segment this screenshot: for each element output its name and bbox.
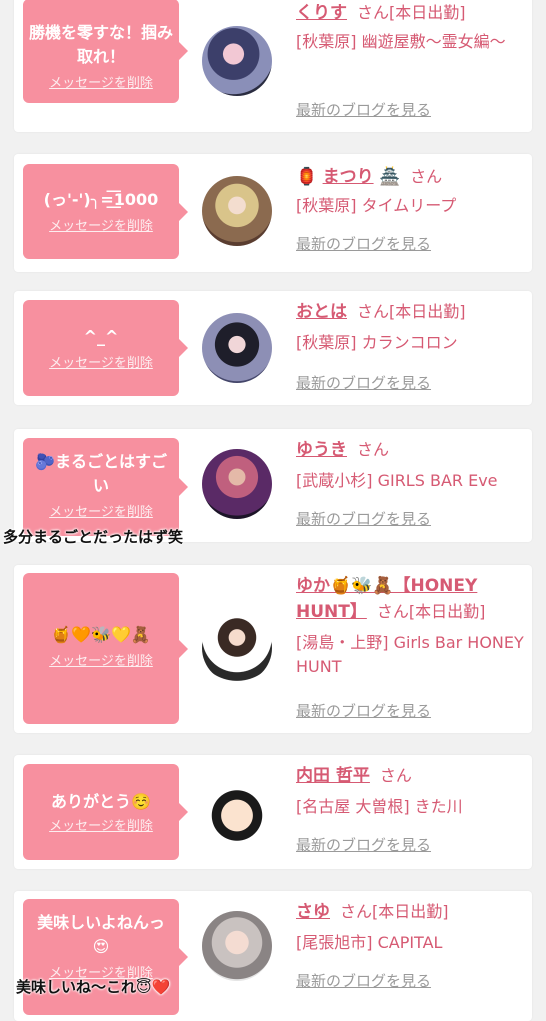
message-card: ^_^ メッセージを削除 おとは さん[本日出勤] [秋葉原] カランコロン 最新… <box>14 291 532 405</box>
avatar[interactable] <box>202 26 272 96</box>
latest-blog-link[interactable]: 最新のブログを見る <box>296 971 431 991</box>
message-card: 勝機を零すな！掴み取れ！ メッセージを削除 くりす さん[本日出勤] [秋葉原] … <box>14 0 532 132</box>
delete-message-link[interactable]: メッセージを削除 <box>49 818 153 836</box>
delete-message-link[interactable]: メッセージを削除 <box>49 355 153 373</box>
honorific: さん <box>340 902 373 921</box>
overlay-caption: 多分まるごとだったはず笑 <box>3 528 184 546</box>
message-text: (っ'-')╮=͟͟͞͞1000 <box>43 190 159 209</box>
message-text: 🫐まるごとはすごい <box>35 452 167 495</box>
message-text: 勝機を零すな！掴み取れ！ <box>29 23 174 66</box>
latest-blog-link[interactable]: 最新のブログを見る <box>296 509 431 529</box>
delete-message-link[interactable]: メッセージを削除 <box>49 218 153 236</box>
message-card: (っ'-')╮=͟͟͞͞1000 メッセージを削除 🏮 まつり 🏯 さん [秋葉原… <box>14 154 532 272</box>
message-card: ありがとう☺️ メッセージを削除 内田 哲平 さん [名古屋 大曽根] きた川 最… <box>14 755 532 869</box>
message-text: 美味しいよねんっ😍 <box>37 913 165 956</box>
lantern-icon: 🏮 <box>296 167 318 187</box>
message-card: 🍯🧡🐝💛🧸 メッセージを削除 ゆか🍯🐝🧸【HONEY HUNT】 さん[本日出勤]… <box>14 565 532 733</box>
status-badge: [本日出勤] <box>372 902 449 921</box>
message-bubble: ^_^ メッセージを削除 <box>23 300 188 396</box>
user-name-link[interactable]: ゆうき <box>296 440 347 460</box>
user-name-link[interactable]: くりす <box>296 3 347 23</box>
shop-name: [湯島・上野] Girls Bar HONEY HUNT <box>296 633 524 676</box>
honorific: さん <box>376 602 409 621</box>
shop-name: [武蔵小杉] GIRLS BAR Eve <box>296 471 498 490</box>
latest-blog-link[interactable]: 最新のブログを見る <box>296 701 431 721</box>
status-badge: [本日出勤] <box>389 302 466 321</box>
user-name-link[interactable]: おとは <box>296 302 347 322</box>
user-name-link[interactable]: さゆ <box>296 902 330 922</box>
latest-blog-link[interactable]: 最新のブログを見る <box>296 835 431 855</box>
message-text: ^_^ <box>83 327 119 346</box>
message-text: ありがとう☺️ <box>51 792 151 811</box>
delete-message-link[interactable]: メッセージを削除 <box>49 653 153 671</box>
delete-message-link[interactable]: メッセージを削除 <box>49 504 153 522</box>
delete-message-link[interactable]: メッセージを削除 <box>49 75 153 93</box>
honorific: さん <box>357 440 390 459</box>
message-text: 🍯🧡🐝💛🧸 <box>51 625 151 644</box>
status-badge: [本日出勤] <box>389 3 466 22</box>
honorific: さん <box>357 3 390 22</box>
shop-name: [秋葉原] 幽遊屋敷～霊女編～ <box>296 32 506 51</box>
shop-name: [秋葉原] カランコロン <box>296 333 458 352</box>
honorific: さん <box>357 302 390 321</box>
latest-blog-link[interactable]: 最新のブログを見る <box>296 100 431 120</box>
shop-name: [尾張旭市] CAPITAL <box>296 933 443 952</box>
avatar[interactable] <box>202 313 272 383</box>
honorific: さん <box>410 167 443 186</box>
shop-name: [名古屋 大曽根] きた川 <box>296 797 463 816</box>
message-bubble: 🍯🧡🐝💛🧸 メッセージを削除 <box>23 573 188 724</box>
avatar[interactable] <box>202 911 272 981</box>
avatar[interactable] <box>202 777 272 847</box>
shop-name: [秋葉原] タイムリープ <box>296 196 457 215</box>
honorific: さん <box>379 766 412 785</box>
message-bubble: 美味しいよねんっ😍 メッセージを削除 <box>23 899 188 1015</box>
avatar[interactable] <box>202 176 272 246</box>
latest-blog-link[interactable]: 最新のブログを見る <box>296 234 431 254</box>
status-badge: [本日出勤] <box>408 602 486 621</box>
castle-icon: 🏯 <box>378 167 401 187</box>
latest-blog-link[interactable]: 最新のブログを見る <box>296 373 431 393</box>
message-bubble: 🫐まるごとはすごい メッセージを削除 <box>23 438 188 536</box>
avatar[interactable] <box>202 449 272 519</box>
message-card: 美味しいよねんっ😍 メッセージを削除 さゆ さん[本日出勤] [尾張旭市] CAP… <box>14 891 532 1021</box>
user-name-link[interactable]: まつり <box>323 167 374 187</box>
avatar[interactable] <box>202 613 272 683</box>
message-bubble: 勝機を零すな！掴み取れ！ メッセージを削除 <box>23 0 188 103</box>
message-bubble: ありがとう☺️ メッセージを削除 <box>23 764 188 860</box>
user-name-link[interactable]: 内田 哲平 <box>296 766 370 786</box>
message-bubble: (っ'-')╮=͟͟͞͞1000 メッセージを削除 <box>23 164 188 259</box>
overlay-caption: 美味しいね〜これ😇❤️ <box>16 978 171 996</box>
